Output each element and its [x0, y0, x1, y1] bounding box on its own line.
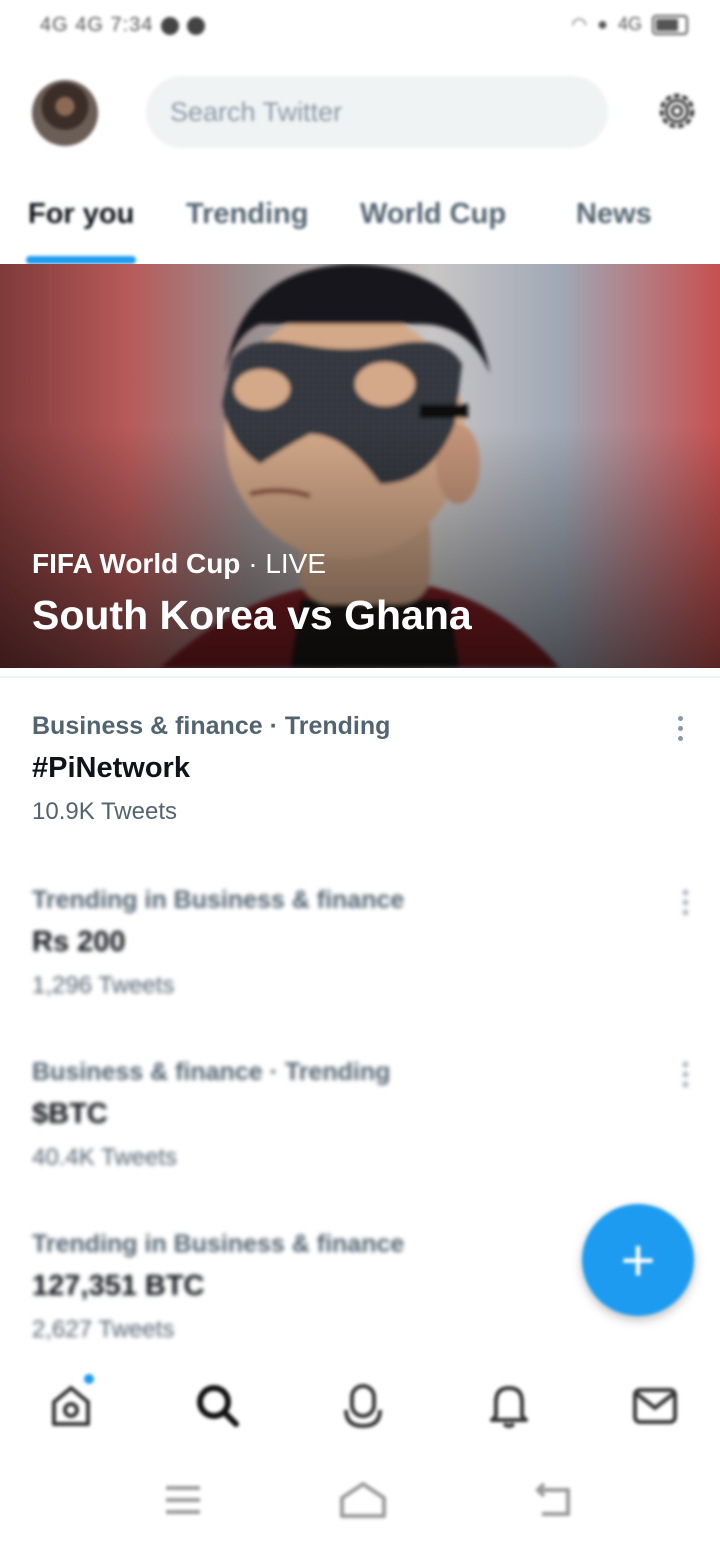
back-icon[interactable]: [530, 1480, 580, 1520]
tab-trending[interactable]: Trending: [186, 198, 308, 231]
trend-name: Rs 200: [32, 926, 126, 958]
search-input[interactable]: Search Twitter: [146, 76, 608, 148]
active-tab-indicator: [26, 256, 136, 264]
tab-news[interactable]: News: [576, 198, 652, 231]
profile-avatar[interactable]: [32, 80, 98, 146]
trend-context: Business & finance · Trending: [32, 712, 391, 740]
trend-item[interactable]: Business & finance · Trending $BTC 40.4K…: [0, 1038, 720, 1198]
tab-world-cup[interactable]: World Cup: [360, 198, 506, 231]
spaces-icon[interactable]: [338, 1380, 388, 1430]
hero-separator: ·: [240, 548, 266, 579]
status-left: 4G 4G 7:34: [40, 14, 206, 37]
mail-icon[interactable]: [630, 1380, 680, 1430]
home-icon[interactable]: [46, 1380, 96, 1430]
headphone-icon: ◠: [571, 14, 588, 34]
more-options-icon[interactable]: [680, 1062, 690, 1092]
home-button-icon[interactable]: [338, 1480, 388, 1520]
more-options-icon[interactable]: [675, 716, 685, 746]
bell-icon[interactable]: [484, 1380, 534, 1430]
shield-status-icon: ●: [597, 14, 608, 34]
search-icon[interactable]: [192, 1380, 242, 1430]
explore-tabs: For you Trending World Cup News: [0, 178, 720, 264]
trend-context: Trending in Business & finance: [32, 886, 405, 914]
settings-gear-icon[interactable]: [654, 88, 700, 134]
battery-icon: [652, 14, 688, 35]
trend-item[interactable]: Business & finance · Trending #PiNetwork…: [0, 690, 720, 850]
status-right: ◠ ● 4G: [571, 14, 688, 35]
tab-for-you[interactable]: For you: [28, 198, 134, 231]
app-notification-icon: [161, 16, 180, 35]
hero-kicker: FIFA World Cup · LIVE: [32, 548, 326, 580]
trend-count: 2,627 Tweets: [32, 1316, 175, 1343]
status-bar: 4G 4G 7:34 ◠ ● 4G: [0, 0, 720, 56]
signal-text: 4G: [617, 14, 642, 34]
hero-title: South Korea vs Ghana: [32, 592, 472, 638]
search-placeholder: Search Twitter: [170, 96, 343, 127]
trend-count: 40.4K Tweets: [32, 1144, 177, 1171]
hero-card[interactable]: FIFA World Cup · LIVE South Korea vs Gha…: [0, 264, 720, 668]
system-nav-bar: [0, 1460, 720, 1544]
app-notification-icon-2: [187, 16, 206, 35]
plus-icon: +: [620, 1226, 656, 1294]
trend-name: 127,351 BTC: [32, 1270, 205, 1302]
trend-count: 10.9K Tweets: [32, 798, 177, 825]
trend-item[interactable]: Trending in Business & finance Rs 200 1,…: [0, 864, 720, 1024]
trend-context: Business & finance · Trending: [32, 1058, 391, 1086]
more-options-icon[interactable]: [680, 890, 690, 920]
compose-tweet-button[interactable]: +: [582, 1204, 694, 1316]
status-time: 4G 4G 7:34: [40, 14, 154, 36]
trend-count: 1,296 Tweets: [32, 972, 175, 999]
menu-icon[interactable]: [158, 1480, 208, 1520]
home-notification-dot: [84, 1374, 94, 1384]
hero-category: FIFA World Cup: [32, 548, 241, 579]
hero-live-label: LIVE: [265, 548, 327, 579]
bottom-nav: [0, 1350, 720, 1460]
divider: [0, 676, 720, 678]
trend-context: Trending in Business & finance: [32, 1230, 405, 1258]
trend-name: #PiNetwork: [32, 752, 190, 784]
trend-name: $BTC: [32, 1098, 108, 1130]
